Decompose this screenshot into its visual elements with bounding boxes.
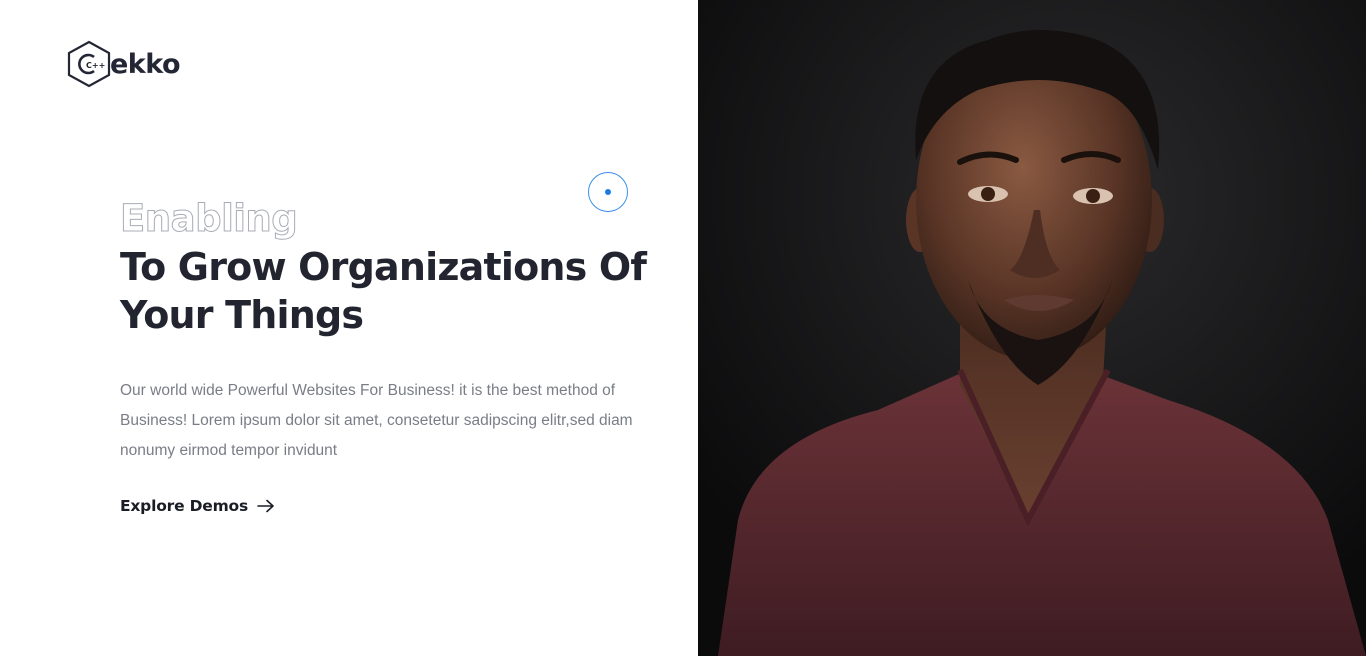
logo-hexagon-icon: C++ [67, 40, 111, 88]
portrait-photo [698, 0, 1366, 656]
svg-text:C++: C++ [86, 61, 105, 70]
hero-title-line-1: To Grow Organizations Of [120, 245, 647, 289]
hero-image-panel [698, 0, 1366, 656]
brand-logo[interactable]: C++ ekko [66, 40, 181, 88]
arrow-right-icon [257, 499, 274, 513]
brand-name: ekko [110, 48, 181, 80]
hero-left-panel: C++ ekko Enabling To Grow Organizations … [0, 0, 698, 656]
hero-eyebrow: Enabling [119, 197, 298, 241]
hero-title-line-2: Your Things [120, 293, 364, 337]
explore-demos-label: Explore Demos [120, 497, 248, 515]
hero-description: Our world wide Powerful Websites For Bus… [120, 382, 633, 459]
hero-title: To Grow Organizations Of Your Things [120, 243, 680, 339]
explore-demos-link[interactable]: Explore Demos [120, 497, 275, 515]
decorative-orbit-icon [588, 172, 628, 212]
